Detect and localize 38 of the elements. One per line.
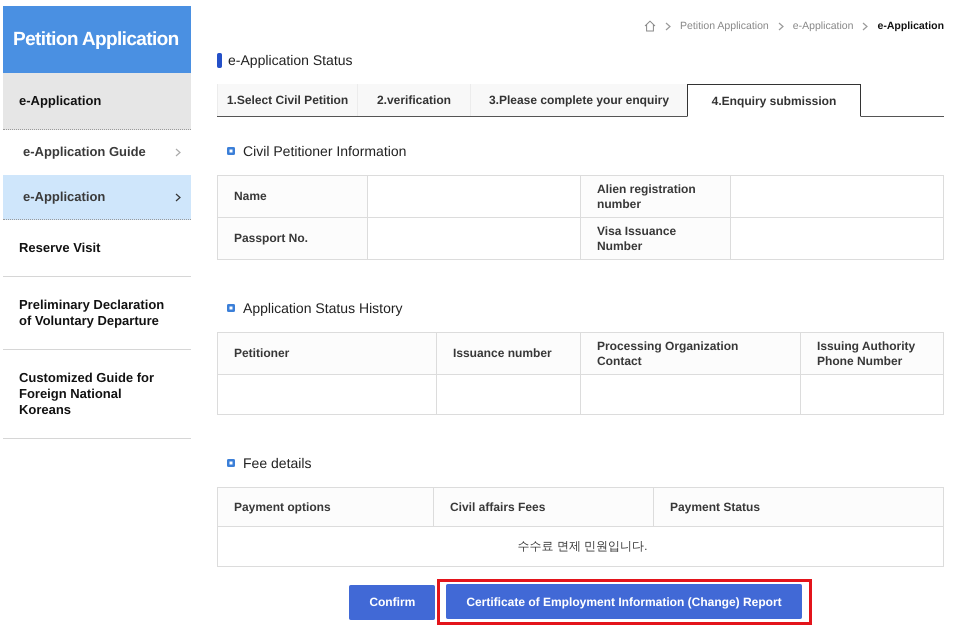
breadcrumb-current[interactable]: e-Application <box>877 20 944 32</box>
breadcrumb-link[interactable]: e-Application <box>792 20 854 32</box>
field-label: Alien registration number <box>581 176 731 218</box>
field-label: Name <box>218 176 368 218</box>
chevron-icon <box>175 192 181 202</box>
column-header: Petitioner <box>218 333 437 375</box>
sidebar-subitem[interactable]: e-Application <box>3 175 191 220</box>
step-tab[interactable]: 3.Please complete your enquiry <box>470 84 687 116</box>
column-header: Payment options <box>218 488 434 527</box>
title-marker-icon <box>217 52 222 68</box>
sidebar-item[interactable]: e-Application <box>3 73 191 130</box>
section-title: Civil Petitioner Information <box>243 143 406 159</box>
confirm-button[interactable]: Confirm <box>349 584 436 620</box>
square-bullet-icon <box>227 147 235 155</box>
chevron-icon <box>175 148 181 156</box>
breadcrumb-link[interactable]: Petition Application <box>680 20 769 32</box>
chevron-icon <box>665 22 672 30</box>
sidebar-title: Petition Application <box>3 6 191 73</box>
report-button[interactable]: Certificate of Employment Information (Change) Report <box>446 584 802 619</box>
step-tab[interactable]: 4.Enquiry submission <box>687 84 861 117</box>
chevron-icon <box>862 22 868 30</box>
table-notice: 수수료 면제 민원입니다. <box>218 527 944 567</box>
square-bullet-icon <box>227 459 235 467</box>
field-label: Passport No. <box>218 218 368 260</box>
chevron-icon <box>778 22 784 30</box>
column-header: Issuance number <box>437 333 581 375</box>
page-title: e-Application Status <box>228 51 353 69</box>
home-icon[interactable] <box>644 20 656 32</box>
column-header: Issuing Authority Phone Number <box>801 333 944 375</box>
column-header: Processing Organization Contact <box>581 333 801 375</box>
column-header: Payment Status <box>654 488 944 527</box>
column-header: Civil affairs Fees <box>434 488 654 527</box>
section-title: Application Status History <box>243 300 403 316</box>
square-bullet-icon <box>227 304 235 312</box>
step-tab[interactable]: 1.Select Civil Petition <box>217 84 357 116</box>
step-tab[interactable]: 2.verification <box>357 84 470 116</box>
field-label: Visa Issuance Number <box>581 218 731 260</box>
section-title: Fee details <box>243 455 312 471</box>
